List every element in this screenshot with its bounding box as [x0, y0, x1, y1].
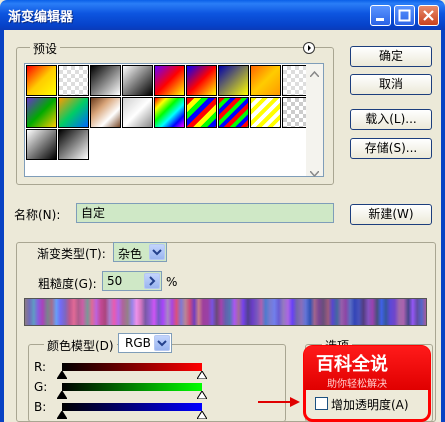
gradient-preview-bar[interactable]	[24, 298, 427, 326]
roughness-value: 50	[107, 274, 123, 288]
gradient-type-select[interactable]: 杂色	[113, 242, 167, 262]
color-model-value: RGB	[125, 336, 151, 350]
preset-swatch[interactable]	[58, 129, 89, 160]
channel-slider-handle[interactable]	[197, 411, 207, 419]
color-model-select[interactable]: RGB	[118, 333, 172, 353]
name-input[interactable]: 自定	[76, 203, 334, 223]
channel-slider-handle[interactable]	[57, 411, 67, 419]
preset-swatch[interactable]	[90, 65, 121, 96]
watermark-title: 百科全说	[316, 354, 388, 375]
preset-swatch[interactable]	[26, 129, 57, 160]
channel-label: R:	[34, 360, 47, 374]
channel-label: G:	[34, 380, 48, 394]
cancel-button[interactable]: 取消	[350, 74, 432, 95]
preset-swatch[interactable]	[154, 97, 185, 128]
chevron-down-icon	[149, 244, 165, 260]
minimize-button[interactable]	[370, 5, 391, 26]
maximize-button[interactable]	[394, 5, 415, 26]
arrow-right-icon	[258, 397, 300, 407]
new-button[interactable]: 新建(W)	[350, 204, 432, 225]
channel-slider-handle[interactable]	[57, 371, 67, 379]
preset-swatch[interactable]	[218, 65, 249, 96]
chevron-down-icon	[154, 335, 170, 351]
preset-swatch[interactable]	[250, 65, 281, 96]
preset-swatch-grid	[24, 63, 324, 177]
preset-swatch[interactable]	[154, 65, 185, 96]
scroll-up-icon[interactable]	[309, 66, 320, 80]
roughness-input[interactable]: 50	[102, 271, 162, 291]
load-button[interactable]: 载入(L)...	[350, 109, 432, 130]
window-title: 渐变编辑器	[8, 10, 74, 25]
preset-swatch[interactable]	[250, 97, 281, 128]
window-frame-right	[441, 30, 445, 422]
preset-swatch[interactable]	[58, 97, 89, 128]
presets-menu-button[interactable]	[303, 42, 315, 54]
color-model-label: 颜色模型(D)	[44, 337, 117, 354]
preset-swatch[interactable]	[186, 97, 217, 128]
name-label: 名称(N):	[14, 208, 61, 222]
preset-swatch[interactable]	[186, 65, 217, 96]
ok-button[interactable]: 确定	[350, 46, 432, 67]
preset-swatch[interactable]	[90, 97, 121, 128]
preset-swatch[interactable]	[26, 65, 57, 96]
channel-slider-handle[interactable]	[197, 391, 207, 399]
preset-swatch[interactable]	[26, 97, 57, 128]
channel-label: B:	[34, 400, 47, 414]
preset-swatch[interactable]	[122, 65, 153, 96]
preset-swatch[interactable]	[122, 97, 153, 128]
channel-slider-track[interactable]	[62, 363, 202, 371]
channel-slider-handle[interactable]	[57, 391, 67, 399]
chevron-right-icon[interactable]	[144, 273, 160, 289]
channel-slider-track[interactable]	[62, 403, 202, 411]
add-transparency-checkbox[interactable]	[315, 397, 328, 410]
save-button[interactable]: 存储(S)...	[350, 138, 432, 159]
gradient-type-label: 渐变类型(T):	[34, 245, 109, 262]
scroll-down-icon[interactable]	[309, 166, 320, 180]
close-button[interactable]	[418, 5, 439, 26]
roughness-unit: %	[166, 275, 178, 289]
watermark-subtitle: 助你轻松解决	[327, 379, 387, 390]
roughness-label: 粗糙度(G):	[38, 277, 97, 291]
channel-slider-handle[interactable]	[197, 371, 207, 379]
channel-slider-track[interactable]	[62, 383, 202, 391]
preset-scrollbar[interactable]	[306, 64, 323, 178]
gradient-type-value: 杂色	[118, 247, 143, 261]
presets-label: 预设	[30, 40, 61, 57]
preset-swatch[interactable]	[58, 65, 89, 96]
preset-swatch[interactable]	[218, 97, 249, 128]
window-frame-left	[0, 30, 4, 422]
add-transparency-label[interactable]: 增加透明度(A)	[331, 396, 409, 413]
